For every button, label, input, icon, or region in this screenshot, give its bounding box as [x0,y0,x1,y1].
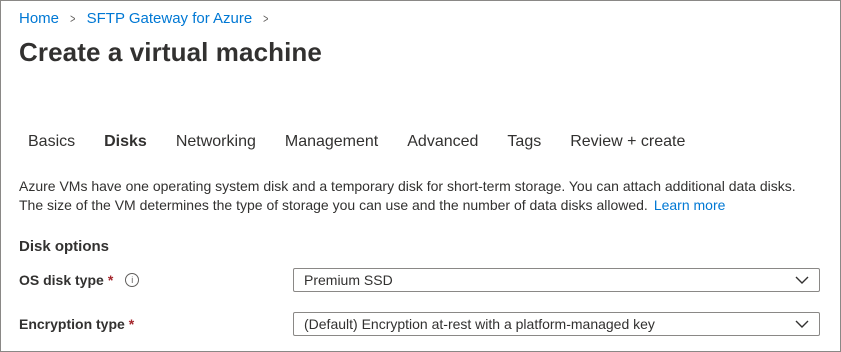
required-asterisk: * [107,272,114,288]
description-line-2-text: The size of the VM determines the type o… [19,197,648,213]
breadcrumb-sftp-gateway-link[interactable]: SFTP Gateway for Azure [87,10,253,27]
encryption-type-dropdown[interactable]: (Default) Encryption at-rest with a plat… [293,312,820,336]
chevron-right-icon: > [263,11,269,26]
tab-advanced[interactable]: Advanced [407,133,478,151]
tab-disks[interactable]: Disks [104,133,147,151]
chevron-down-icon [795,320,809,328]
page-title: Create a virtual machine [19,37,322,67]
portal-blade: Home > SFTP Gateway for Azure > Create a… [0,0,841,352]
tab-management[interactable]: Management [285,133,378,151]
required-asterisk: * [128,316,135,332]
encryption-type-label: Encryption type * [19,316,134,332]
os-disk-type-label-text: OS disk type [19,272,104,288]
description-line-1: Azure VMs have one operating system disk… [19,178,796,194]
encryption-type-value: (Default) Encryption at-rest with a plat… [304,316,655,332]
breadcrumb-home-link[interactable]: Home [19,10,59,27]
learn-more-link[interactable]: Learn more [654,197,726,213]
info-icon[interactable]: i [125,273,140,287]
chevron-right-icon: > [70,11,76,26]
os-disk-type-dropdown[interactable]: Premium SSD [293,268,820,292]
tab-networking[interactable]: Networking [176,133,256,151]
tab-tags[interactable]: Tags [507,133,541,151]
tab-basics[interactable]: Basics [28,133,75,151]
breadcrumb: Home > SFTP Gateway for Azure > [19,10,280,27]
disks-description: Azure VMs have one operating system disk… [19,177,834,215]
encryption-type-label-text: Encryption type [19,316,125,332]
description-line-2: The size of the VM determines the type o… [19,196,834,215]
disk-options-heading: Disk options [19,238,110,255]
os-disk-type-value: Premium SSD [304,272,393,288]
tab-review-create[interactable]: Review + create [570,133,685,151]
os-disk-type-label: OS disk type * i [19,272,140,288]
chevron-down-icon [795,276,809,284]
tab-bar: Basics Disks Networking Management Advan… [28,133,714,151]
